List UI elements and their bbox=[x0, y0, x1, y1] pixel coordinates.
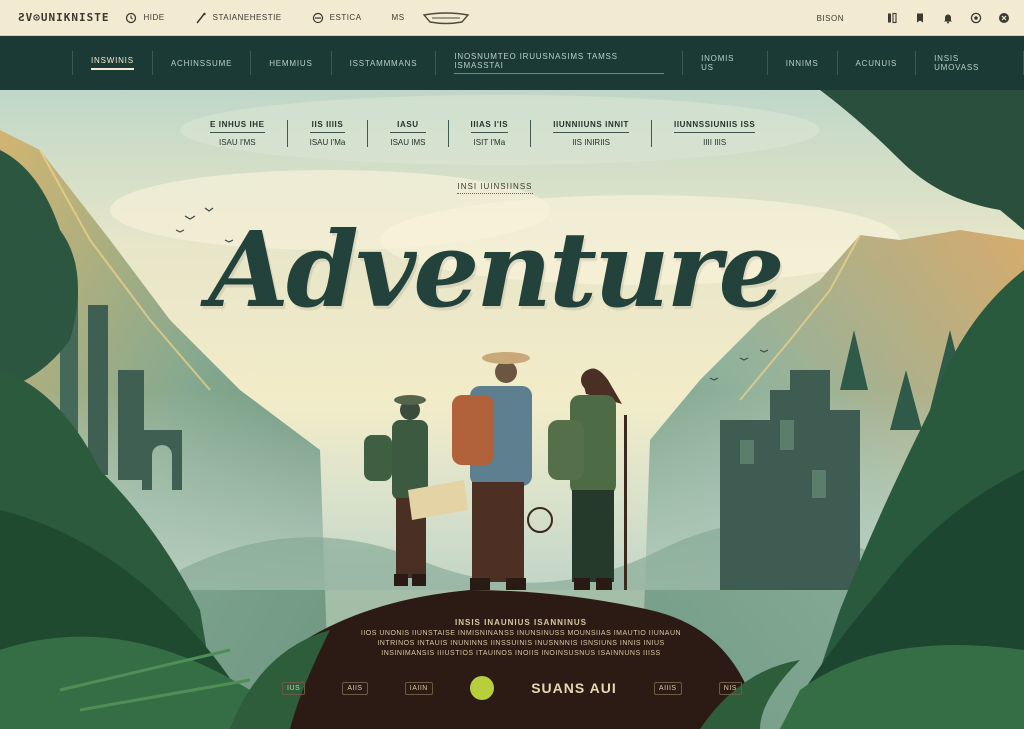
go-button[interactable] bbox=[470, 676, 495, 700]
hero-kicker: INSI IUINSIINSS bbox=[0, 182, 990, 194]
globe-icon bbox=[312, 12, 324, 24]
stat-value: ISIT I'Ma bbox=[473, 138, 506, 147]
nav-item-label: INSIS UMOVASS bbox=[934, 54, 980, 72]
stat-label: IIUNNSSIUNIIS ISS bbox=[674, 120, 756, 133]
cta-mini-link[interactable]: NIS bbox=[718, 681, 742, 695]
nav-item-label: ISSTAMMMANS bbox=[349, 58, 418, 68]
bell-icon[interactable] bbox=[942, 12, 954, 24]
footer-heading: INSIS INAUNIUS ISANNINUS bbox=[454, 618, 587, 627]
nav-item-label: ACUNUIS bbox=[855, 58, 898, 68]
stat-value: IIS INIRIIS bbox=[572, 138, 610, 147]
stat-label: E INHUS IHE bbox=[210, 120, 265, 133]
nav-item-3[interactable]: HEMMIUS bbox=[250, 51, 330, 75]
stat-item: IIS IIIIS ISAU I'Ma bbox=[288, 120, 369, 147]
stat-item: IASU ISAU IMS bbox=[368, 120, 449, 147]
stat-value: ISAU I'MS bbox=[218, 138, 256, 147]
nav-item-4[interactable]: ISSTAMMMANS bbox=[330, 51, 436, 75]
stat-label: IIUNNIIUNS INNIT bbox=[553, 120, 630, 133]
stat-item: IIUNNSSIUNIIS ISS IIII IIIS bbox=[652, 120, 777, 147]
util-hiker[interactable]: STAIANEHESTIE bbox=[195, 12, 282, 24]
cta-mini-link[interactable]: AIIIS bbox=[653, 681, 682, 695]
util-clock[interactable]: HIDE bbox=[125, 12, 164, 24]
bookmark-icon[interactable] bbox=[914, 12, 926, 24]
stat-label: IASU bbox=[390, 120, 426, 133]
nav-item-label: INNIMS bbox=[785, 58, 819, 68]
stat-label: IIIAS I'IS bbox=[470, 120, 509, 133]
profile-icon[interactable] bbox=[886, 12, 898, 24]
boat-logo-icon[interactable] bbox=[422, 11, 470, 30]
top-utility-bar: ƧV⊙UNIKNISTE HIDE STAIANEHESTIE ESTICA M… bbox=[0, 0, 1024, 36]
nav-item-6[interactable]: INOMIS US bbox=[682, 51, 767, 75]
hero-kicker-text: INSI IUINSIINSS bbox=[457, 182, 533, 194]
hero-footer-text: INSIS INAUNIUS ISANNINUS IIOS UNONIS IIU… bbox=[295, 618, 747, 657]
hero-title: Adventure bbox=[208, 208, 784, 331]
brand-wordmark[interactable]: ƧV⊙UNIKNISTE bbox=[18, 11, 109, 24]
nav-item-label: INOSNUMTEO IRUUSNASIMS TAMSS ISMASSTAI bbox=[454, 52, 665, 74]
cta-mini-link[interactable]: IAIIN bbox=[404, 681, 433, 695]
stat-value: ISAU IMS bbox=[390, 138, 426, 147]
hero-section: E INHUS IHE ISAU I'MS IIS IIIIS ISAU I'M… bbox=[0, 90, 1024, 729]
stat-item: E INHUS IHE ISAU I'MS bbox=[188, 120, 288, 147]
nav-item-2[interactable]: ACHINSSUME bbox=[151, 51, 250, 75]
settings-icon[interactable] bbox=[970, 12, 982, 24]
cta-button[interactable]: SUANS AUI bbox=[531, 680, 617, 696]
footer-line: IIOS UNONIS IIUNSTAISE INMISNINANSS INUN… bbox=[360, 630, 682, 637]
stat-value: ISAU I'Ma bbox=[309, 138, 346, 147]
util-hiker-label: STAIANEHESTIE bbox=[212, 13, 282, 22]
util-ms-label: MS bbox=[391, 13, 405, 22]
topbar-right: BISON bbox=[817, 0, 1010, 36]
stat-item: IIIAS I'IS ISIT I'Ma bbox=[449, 120, 532, 147]
footer-line: INTRINOS INTAUIS INUNINNS IINSSUINIS INU… bbox=[377, 640, 665, 647]
signin-link[interactable]: BISON bbox=[817, 14, 844, 23]
util-globe-label: ESTICA bbox=[329, 13, 362, 22]
main-nav: INSWINIS ACHINSSUME HEMMIUS ISSTAMMMANS … bbox=[0, 36, 1024, 90]
nav-item-label: HEMMIUS bbox=[269, 58, 313, 68]
nav-item-label: INOMIS US bbox=[701, 54, 735, 72]
nav-item-1[interactable]: INSWINIS bbox=[72, 51, 152, 75]
util-ms[interactable]: MS bbox=[392, 13, 405, 22]
hero-stats: E INHUS IHE ISAU I'MS IIS IIIIS ISAU I'M… bbox=[188, 120, 777, 147]
stat-item: IIUNNIIUNS INNIT IIS INIRIIS bbox=[531, 120, 653, 147]
nav-item-5[interactable]: INOSNUMTEO IRUUSNASIMS TAMSS ISMASSTAI bbox=[435, 51, 682, 75]
nav-item-label: ACHINSSUME bbox=[170, 58, 233, 68]
util-globe[interactable]: ESTICA bbox=[312, 12, 362, 24]
close-icon[interactable] bbox=[998, 12, 1010, 24]
hero-cta-row: IUS AIIS IAIIN SUANS AUI AIIIS NIS bbox=[282, 676, 742, 700]
cta-mini-link[interactable]: IUS bbox=[282, 681, 306, 695]
footer-line: INSINIMANSIS IIIUSTIOS ITAUINOS INOIIS I… bbox=[381, 650, 661, 657]
stat-value: IIII IIIS bbox=[703, 138, 727, 147]
nav-item-9[interactable]: INSIS UMOVASS bbox=[915, 51, 1024, 75]
cta-mini-link[interactable]: AIIS bbox=[342, 681, 368, 695]
hiker-icon bbox=[195, 12, 207, 24]
nav-item-8[interactable]: ACUNUIS bbox=[836, 51, 916, 75]
nav-item-label: INSWINIS bbox=[91, 56, 134, 70]
clock-icon bbox=[125, 12, 137, 24]
util-clock-label: HIDE bbox=[143, 13, 165, 22]
stat-label: IIS IIIIS bbox=[309, 120, 346, 133]
nav-item-7[interactable]: INNIMS bbox=[766, 51, 837, 75]
